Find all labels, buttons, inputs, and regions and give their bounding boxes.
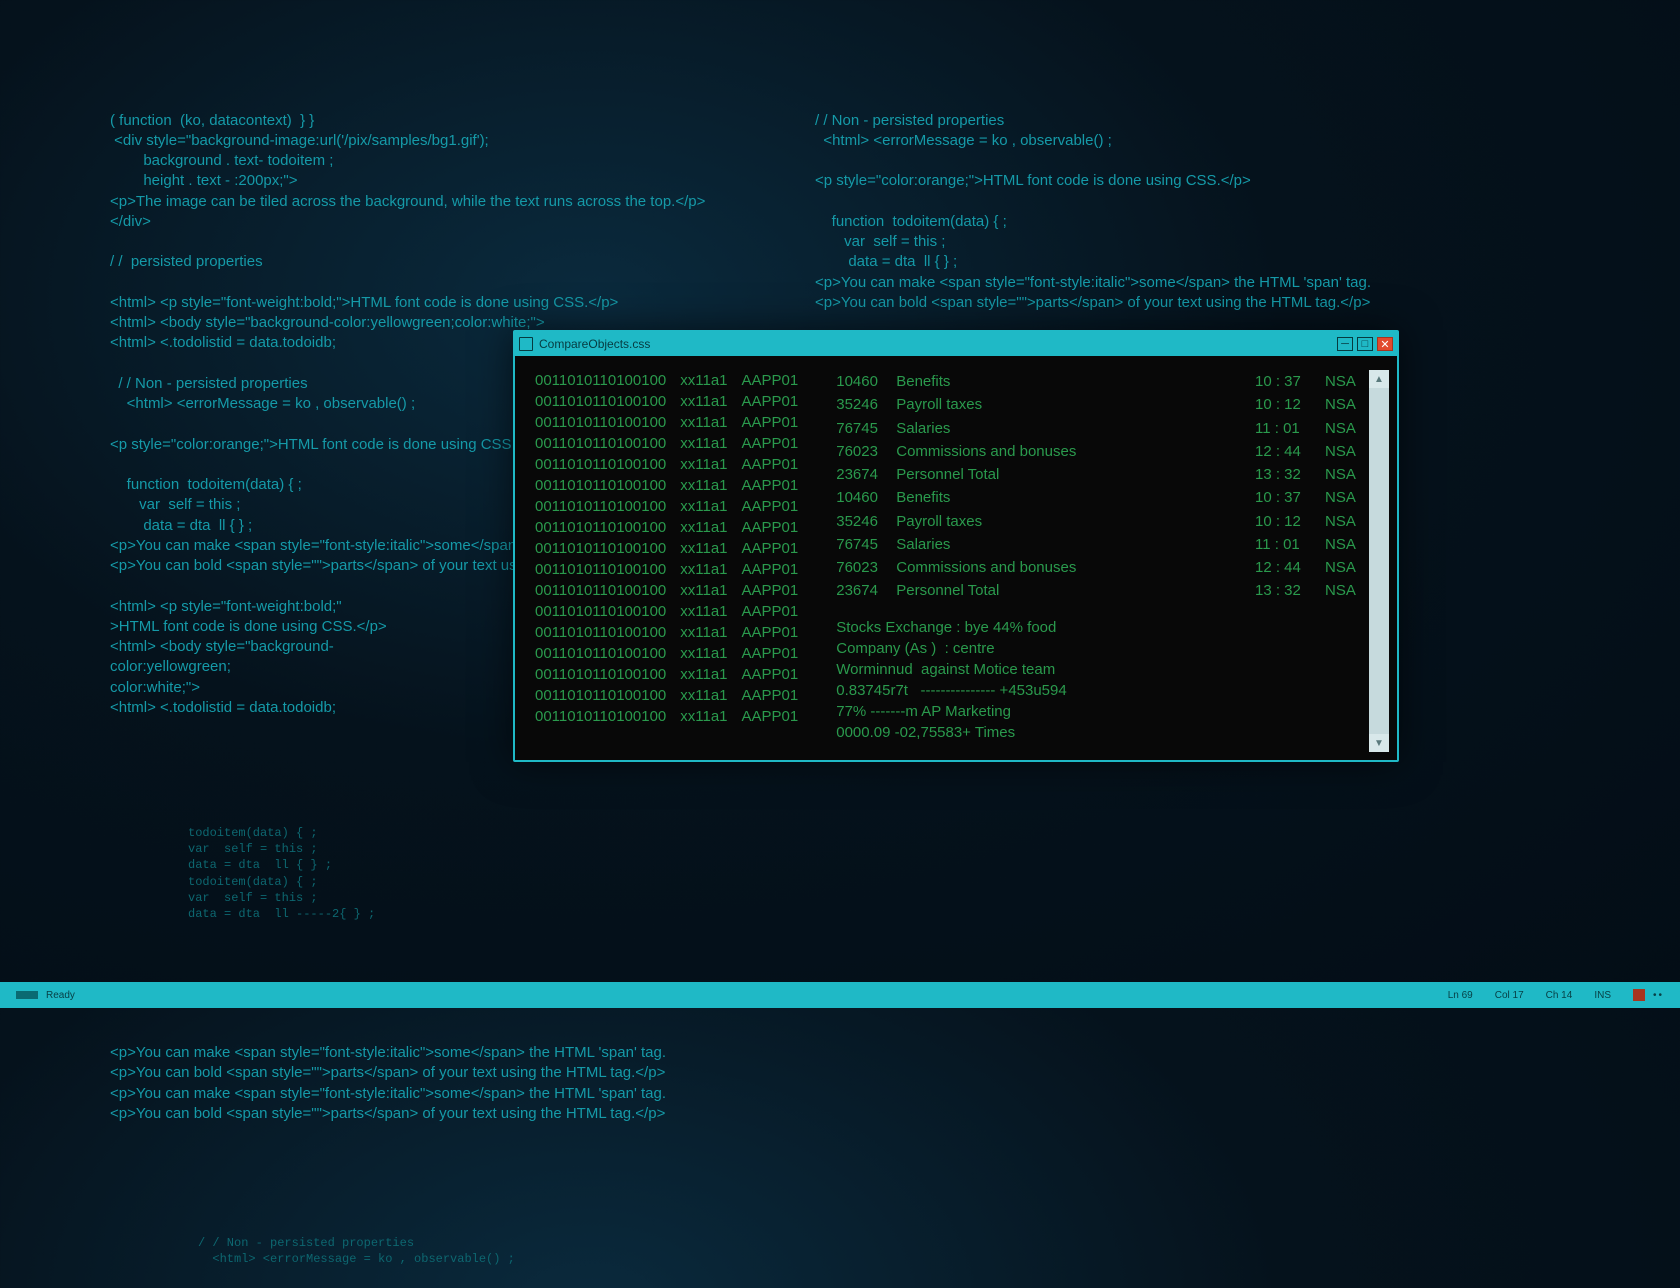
hex-row: 0011010110100100xx11a1AAPP01 [535,664,798,685]
hex-row: 0011010110100100xx11a1AAPP01 [535,706,798,727]
window-title: CompareObjects.css [539,337,650,351]
code-block: <p>You can make <span style="font-style:… [110,1043,810,1124]
table-row: 23674Personnel Total13 : 32NSA [836,579,1369,602]
hex-row: 0011010110100100xx11a1AAPP01 [535,391,798,412]
hex-row: 0011010110100100xx11a1AAPP01 [535,538,798,559]
hex-row: 0011010110100100xx11a1AAPP01 [535,622,798,643]
table-row: 76023Commissions and bonuses12 : 44NSA [836,440,1369,463]
data-panel: 10460Benefits10 : 37NSA35246Payroll taxe… [798,370,1369,752]
hex-row: 0011010110100100xx11a1AAPP01 [535,475,798,496]
window-body: 0011010110100100xx11a1AAPP01001101011010… [515,356,1397,760]
hex-row: 0011010110100100xx11a1AAPP01 [535,559,798,580]
status-ins: INS [1594,990,1611,1001]
footer-text: Stocks Exchange : bye 44% food Company (… [836,617,1369,743]
status-bar: Ready Ln 69 Col 17 Ch 14 INS •• [0,982,1680,1008]
table-row: 76745Salaries11 : 01NSA [836,533,1369,556]
hex-row: 0011010110100100xx11a1AAPP01 [535,517,798,538]
hex-row: 0011010110100100xx11a1AAPP01 [535,433,798,454]
hex-row: 0011010110100100xx11a1AAPP01 [535,685,798,706]
table-row: 76745Salaries11 : 01NSA [836,417,1369,440]
status-ch: Ch 14 [1546,990,1573,1001]
status-dots-icon: •• [1653,990,1664,1001]
table-row: 35246Payroll taxes10 : 12NSA [836,393,1369,416]
status-warn-icon [1633,989,1645,1001]
mono-block: todoitem(data) { ; var self = this ; dat… [188,825,810,922]
hex-row: 0011010110100100xx11a1AAPP01 [535,370,798,391]
mono-block: / / Non - persisted properties <html> <e… [198,1235,810,1267]
hex-row: 0011010110100100xx11a1AAPP01 [535,496,798,517]
hex-column: 0011010110100100xx11a1AAPP01001101011010… [535,370,798,752]
window-titlebar[interactable]: CompareObjects.css ─ □ ✕ [515,332,1397,356]
hex-row: 0011010110100100xx11a1AAPP01 [535,643,798,664]
scroll-track[interactable] [1369,388,1389,734]
status-col: Col 17 [1495,990,1524,1001]
status-line: Ln 69 [1448,990,1473,1001]
minimize-button[interactable]: ─ [1337,337,1353,351]
hex-row: 0011010110100100xx11a1AAPP01 [535,601,798,622]
scroll-down-icon[interactable]: ▼ [1369,734,1389,752]
table-row: 10460Benefits10 : 37NSA [836,486,1369,509]
hex-row: 0011010110100100xx11a1AAPP01 [535,454,798,475]
table-row: 10460Benefits10 : 37NSA [836,370,1369,393]
status-indicator-icon [16,991,38,999]
editor-window: CompareObjects.css ─ □ ✕ 001101011010010… [513,330,1399,762]
hex-row: 0011010110100100xx11a1AAPP01 [535,580,798,601]
scrollbar[interactable]: ▲ ▼ [1369,370,1389,752]
status-ready: Ready [46,990,75,1001]
document-icon [519,337,533,351]
close-button[interactable]: ✕ [1377,337,1393,351]
hex-row: 0011010110100100xx11a1AAPP01 [535,412,798,433]
table-row: 35246Payroll taxes10 : 12NSA [836,510,1369,533]
table-row: 76023Commissions and bonuses12 : 44NSA [836,556,1369,579]
maximize-button[interactable]: □ [1357,337,1373,351]
scroll-up-icon[interactable]: ▲ [1369,370,1389,388]
table-row: 23674Personnel Total13 : 32NSA [836,463,1369,486]
